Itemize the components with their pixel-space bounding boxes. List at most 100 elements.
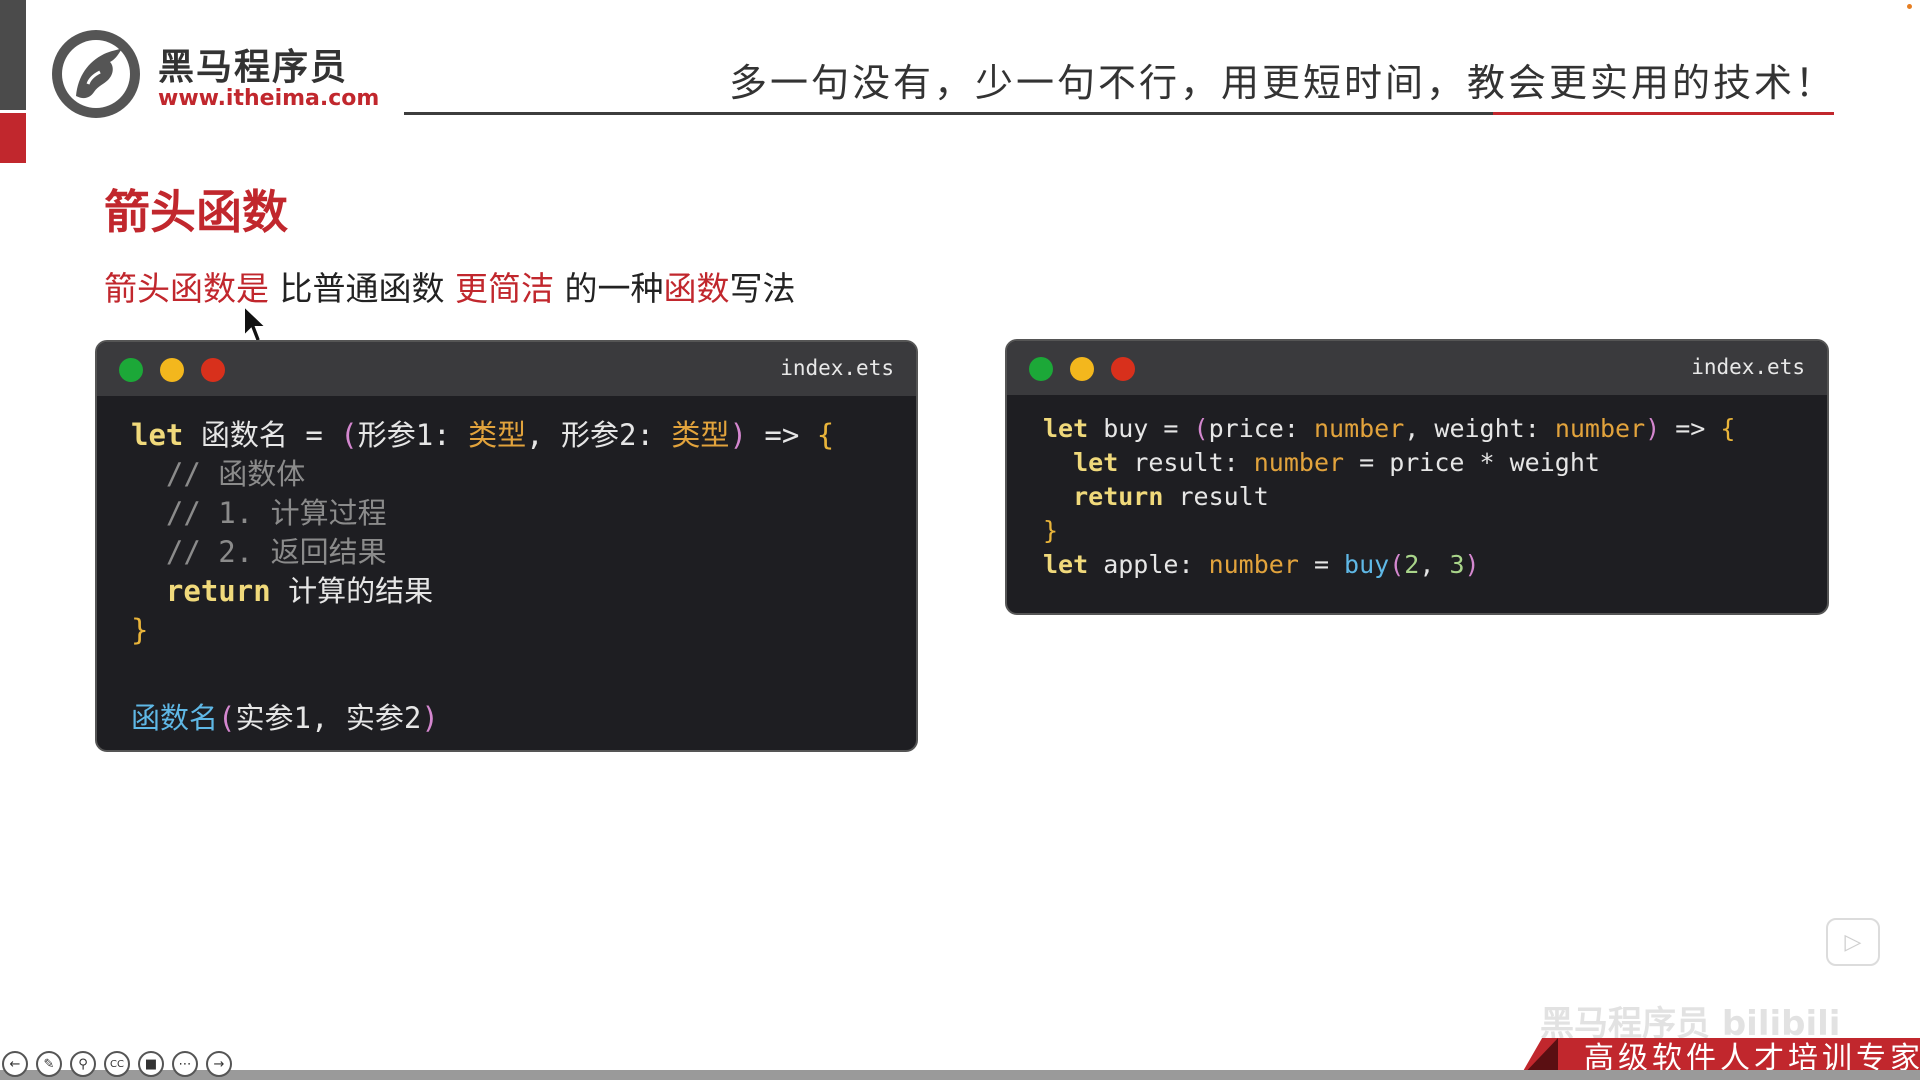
token: buy — [1088, 414, 1164, 443]
token: apple — [1088, 550, 1179, 579]
code-line: let buy = (price: number, weight: number… — [1043, 412, 1827, 446]
token: let — [1043, 550, 1089, 579]
token: , — [526, 418, 562, 452]
code-line: let 函数名 = (形参1: 类型, 形参2: 类型) => { — [131, 416, 916, 455]
token: , — [1404, 414, 1435, 443]
code-line-empty: ​ — [131, 650, 916, 689]
token: number — [1554, 414, 1646, 443]
cc-icon[interactable]: CC — [104, 1051, 130, 1077]
desc-part: 写法 — [729, 269, 796, 308]
token: ( — [1193, 414, 1209, 443]
token: : — [1223, 448, 1254, 477]
token: ) — [1645, 414, 1661, 443]
token: ( — [218, 701, 236, 735]
code-line: return result — [1043, 480, 1827, 514]
token: ( — [340, 418, 358, 452]
code-line: // 1. 计算过程 — [131, 496, 387, 530]
token: let — [1043, 414, 1089, 443]
zoom-icon[interactable]: ⚲ — [70, 1051, 96, 1077]
forward-icon[interactable]: → — [206, 1051, 232, 1077]
desc-part: 更简洁 — [454, 269, 554, 308]
slogan: 多一句没有，少一句不行，用更短时间，教会更实用的技术！ — [728, 61, 1836, 105]
window-dot-red — [201, 358, 225, 382]
code-window-example: index.ets let buy = (price: number, weig… — [1005, 339, 1829, 615]
window-dot-red — [1111, 357, 1135, 381]
token: 2 — [1404, 550, 1420, 579]
logo: 黑马程序员 www.itheima.com — [48, 26, 380, 122]
token: = — [1298, 550, 1345, 579]
token: 计算的结果 — [270, 574, 434, 608]
token: number — [1208, 550, 1299, 579]
token: number — [1313, 414, 1405, 443]
code-line: } — [131, 613, 149, 647]
token: { — [816, 418, 835, 452]
token: : — [1178, 550, 1209, 579]
window-dot-yellow — [160, 358, 184, 382]
code-line: 函数名(实参1, 实参2) — [131, 699, 916, 738]
more-icon[interactable]: ⋯ — [172, 1051, 198, 1077]
logo-url: www.itheima.com — [158, 86, 380, 111]
token: result — [1118, 448, 1224, 477]
token: return — [1043, 482, 1164, 511]
bottom-progress-bar — [0, 1070, 1920, 1080]
token: buy — [1344, 550, 1390, 579]
window-dot-green — [119, 358, 143, 382]
token: 3 — [1449, 550, 1465, 579]
code-line: // 2. 返回结果 — [131, 535, 387, 569]
code-block: let buy = (price: number, weight: number… — [1007, 395, 1827, 582]
token: ) — [729, 418, 747, 452]
token: => — [746, 418, 817, 452]
code-line: } — [1043, 516, 1059, 545]
back-icon[interactable]: ← — [2, 1051, 28, 1077]
code-window-titlebar: index.ets — [97, 342, 916, 396]
token: = — [305, 418, 341, 452]
code-line: return 计算的结果 — [131, 572, 916, 611]
left-strip-gray — [0, 0, 26, 110]
camera-icon[interactable]: ■ — [138, 1051, 164, 1077]
code-filename: index.ets — [780, 356, 894, 380]
token: => — [1660, 414, 1721, 443]
play-icon[interactable]: ▷ — [1826, 918, 1880, 966]
token: { — [1720, 414, 1736, 443]
window-dot-yellow — [1070, 357, 1094, 381]
token: 类型 — [671, 418, 730, 452]
desc-part: 函数 — [663, 269, 730, 308]
token: 实参1, 实参2 — [235, 701, 422, 735]
logo-title: 黑马程序员 — [158, 47, 349, 88]
token: weight — [1434, 414, 1525, 443]
code-line: let apple: number = buy(2, 3) — [1043, 548, 1827, 582]
slide-heading: 箭头函数 — [104, 185, 288, 239]
token: = price * weight — [1344, 448, 1600, 477]
desc-part: 的一种 — [553, 269, 664, 308]
token: return — [131, 574, 271, 608]
window-dot-green — [1029, 357, 1053, 381]
token: : — [1524, 414, 1555, 443]
token: 形参2 — [561, 418, 637, 452]
token: , — [1419, 550, 1450, 579]
token: ) — [1464, 550, 1480, 579]
desc-part: 箭头函数是 — [104, 269, 269, 308]
horse-logo-icon — [52, 30, 140, 118]
header-divider-accent — [1493, 112, 1834, 115]
code-block: let 函数名 = (形参1: 类型, 形参2: 类型) => { // 函数体… — [97, 396, 916, 738]
desc-part: 比普通函数 — [269, 269, 455, 308]
token: ) — [421, 701, 439, 735]
code-filename: index.ets — [1691, 355, 1805, 379]
token: : — [1283, 414, 1314, 443]
pen-icon[interactable]: ✎ — [36, 1051, 62, 1077]
token: result — [1163, 482, 1269, 511]
token: let — [131, 418, 184, 452]
code-window-syntax: index.ets let 函数名 = (形参1: 类型, 形参2: 类型) =… — [95, 340, 918, 752]
slide-description: 箭头函数是 比普通函数 更简洁 的一种函数写法 — [104, 262, 795, 310]
token: 函数名 — [183, 418, 306, 452]
corner-dot — [1907, 4, 1912, 9]
token: : — [433, 418, 469, 452]
code-line: let result: number = price * weight — [1043, 446, 1827, 480]
token: number — [1253, 448, 1345, 477]
presentation-toolbar: ← ✎ ⚲ CC ■ ⋯ → — [2, 1051, 232, 1077]
token: 形参1 — [357, 418, 434, 452]
token: price — [1208, 414, 1284, 443]
token: : — [636, 418, 672, 452]
token: 类型 — [468, 418, 527, 452]
token: let — [1043, 448, 1119, 477]
